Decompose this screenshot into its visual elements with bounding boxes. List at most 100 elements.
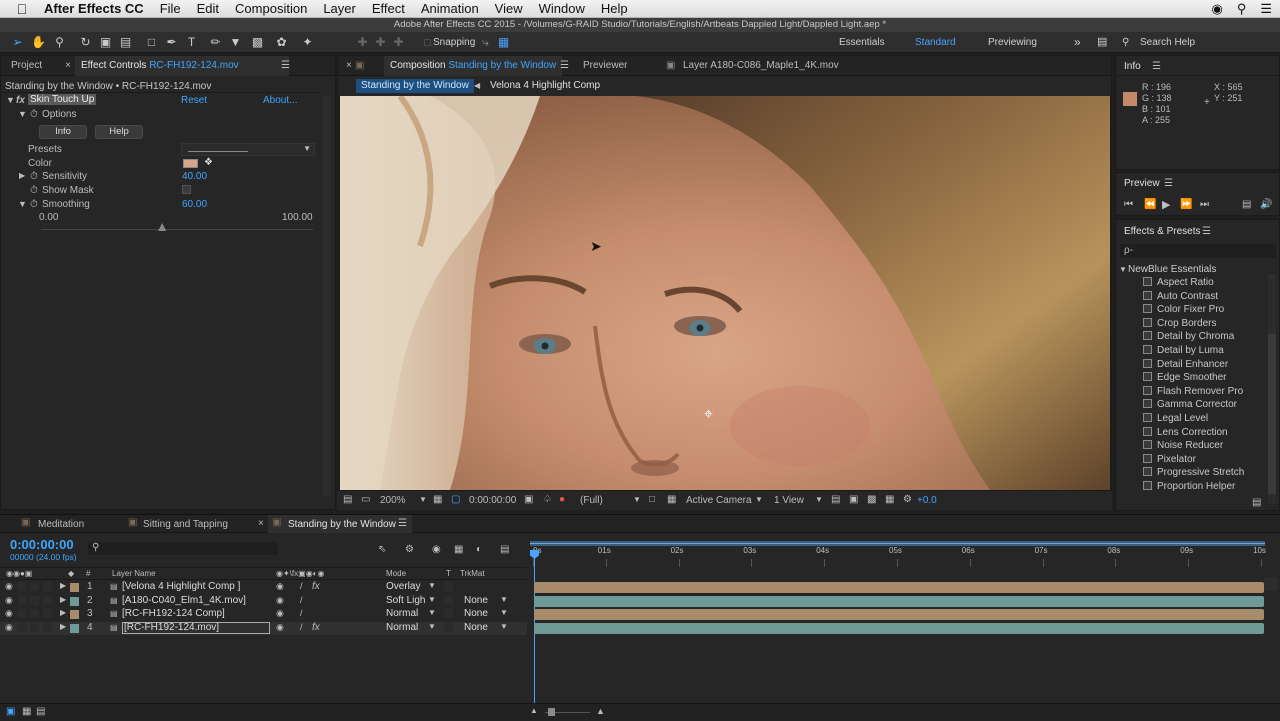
effect-item[interactable]: Flash Remover Pro [1143, 385, 1243, 397]
layer-label-color[interactable] [70, 624, 79, 634]
layer-shy-icon[interactable]: ◉ [276, 622, 284, 633]
tab-layer[interactable]: Layer A180-C086_Maple1_4K.mov [677, 56, 845, 76]
magnification-dropdown[interactable]: 200% [380, 495, 406, 506]
workspace-previewing[interactable]: Previewing [988, 32, 1037, 53]
spotlight-search-icon[interactable]: ⚲ [1237, 1, 1247, 17]
toggle-switches-icon[interactable]: ▣ [6, 706, 15, 717]
preserve-transparency-toggle[interactable] [444, 595, 453, 605]
selection-tool-icon[interactable]: ➢ [10, 35, 25, 50]
help-button[interactable]: Help [95, 125, 143, 139]
effect-item[interactable]: Legal Level [1143, 413, 1208, 424]
options-expand-icon[interactable]: ▼ [18, 109, 27, 119]
loop-icon[interactable]: ▤ [1242, 199, 1251, 210]
sensitivity-stopwatch-icon[interactable]: ⏱ [30, 171, 38, 182]
effect-item[interactable]: Edge Smoother [1143, 372, 1227, 383]
info-panel-menu-icon[interactable]: ☰ [1152, 61, 1161, 72]
effect-reset-link[interactable]: Reset [181, 95, 207, 106]
show-mask-stopwatch-icon[interactable]: ⏱ [30, 185, 38, 196]
zoom-in-icon[interactable]: ▲ [596, 706, 605, 716]
tab-meditation[interactable]: Meditation [38, 519, 84, 530]
first-frame-icon[interactable]: ⏮ [1124, 199, 1133, 210]
current-time-display[interactable]: 0:00:00:00 [469, 495, 516, 506]
layer-trkmat-dropdown[interactable]: None [464, 622, 488, 633]
menu-edit[interactable]: Edit [197, 1, 219, 16]
layer-mode-dropdown[interactable]: Normal [386, 608, 418, 619]
layer-name[interactable]: [Velona 4 Highlight Comp ] [122, 581, 240, 592]
region-of-interest-icon[interactable]: □ [649, 494, 655, 505]
effects-category[interactable]: NewBlue Essentials [1128, 264, 1216, 275]
transparency-grid-icon[interactable]: ▦ [667, 494, 676, 505]
menu-window[interactable]: Window [539, 1, 585, 16]
show-snapshot-icon[interactable]: ♤ [543, 494, 552, 505]
menu-view[interactable]: View [495, 1, 523, 16]
snap-feather-icon[interactable]: ⤷ [478, 35, 493, 50]
layer-solo-toggle[interactable] [30, 582, 39, 591]
pen-tool-icon[interactable]: ✒ [164, 35, 179, 50]
exposure-value[interactable]: +0.0 [917, 495, 937, 506]
layer-solo-toggle[interactable] [30, 609, 39, 619]
toggle-modes-icon[interactable]: ▦ [22, 706, 31, 717]
timeline-zoom-thumb[interactable] [548, 708, 555, 716]
timeline-scrollbar[interactable] [1264, 577, 1278, 591]
type-tool-icon[interactable]: T [184, 35, 199, 50]
layer-mode-dropdown[interactable]: Normal [386, 622, 418, 633]
layer-name[interactable]: [RC-FH192-124 Comp] [122, 608, 225, 619]
effect-item[interactable]: Noise Reducer [1143, 440, 1223, 451]
fx-icon[interactable]: fx [16, 95, 25, 106]
menu-layer[interactable]: Layer [323, 1, 356, 16]
menu-file[interactable]: File [160, 1, 181, 16]
effect-item[interactable]: Proportion Helper [1143, 481, 1235, 492]
draft-3d-icon[interactable]: ⚙ [405, 544, 414, 555]
effect-item[interactable]: Aspect Ratio [1143, 277, 1214, 288]
breadcrumb-active-comp[interactable]: Standing by the Window [356, 79, 474, 93]
fast-previews-icon[interactable]: ▣ [849, 494, 858, 505]
puppet-pin-tool-icon[interactable]: ✦ [300, 35, 315, 50]
smoothing-stopwatch-icon[interactable]: ⏱ [30, 199, 38, 210]
layer-quality-icon[interactable]: / [300, 595, 303, 605]
layer-label-color[interactable] [70, 610, 79, 620]
layer-lock-toggle[interactable] [43, 595, 52, 605]
layer-solo-toggle[interactable] [30, 623, 39, 633]
layer-visibility-icon[interactable]: ◉ [5, 595, 13, 606]
layer-duration-bar[interactable] [534, 582, 1264, 593]
sensitivity-expand-icon[interactable]: ▶ [19, 171, 25, 180]
timeline-current-time[interactable]: 0:00:00:00 [10, 537, 74, 552]
timeline-search-input[interactable]: ⚲ [88, 542, 278, 555]
snap-grid-icon[interactable]: ▦ [496, 35, 511, 50]
smoothing-slider-thumb[interactable] [158, 223, 167, 231]
layer-audio-toggle[interactable] [18, 582, 27, 591]
effect-item[interactable]: Detail by Chroma [1143, 331, 1234, 342]
tab-standing-by-the-window[interactable]: ▣ Standing by the Window ☰ [268, 515, 412, 533]
roto-brush-tool-icon[interactable]: ✿ [274, 35, 289, 50]
layer-fx-icon[interactable]: fx [312, 622, 320, 633]
tab-sitting-and-tapping[interactable]: Sitting and Tapping [143, 519, 228, 530]
anchor-point-icon[interactable]: ⌖ [704, 406, 713, 424]
smoothing-value[interactable]: 60.00 [182, 199, 207, 210]
search-help-icon[interactable]: ⚲ [1122, 32, 1129, 53]
channel-icon[interactable]: ● [559, 494, 565, 505]
effect-item[interactable]: Color Fixer Pro [1143, 304, 1224, 315]
layer-lock-toggle[interactable] [43, 609, 52, 619]
layer-duration-bar[interactable] [534, 609, 1264, 621]
app-name-menu[interactable]: After Effects CC [44, 1, 144, 16]
layer-solo-toggle[interactable] [30, 595, 39, 605]
tab-composition[interactable]: Composition Standing by the Window [384, 56, 563, 76]
layer-visibility-icon[interactable]: ◉ [5, 622, 13, 633]
effect-item[interactable]: Lens Correction [1143, 426, 1228, 438]
effect-name[interactable]: Skin Touch Up [28, 94, 97, 105]
panel-menu-icon[interactable]: ☰ [275, 56, 296, 76]
tab-project[interactable]: Project [5, 56, 48, 76]
always-preview-icon[interactable]: ▤ [343, 494, 352, 505]
mask-visibility-icon[interactable]: ▢ [451, 494, 460, 505]
layer-trkmat-dropdown[interactable]: None [464, 595, 488, 606]
layer-lock-toggle[interactable] [43, 582, 52, 591]
preserve-transparency-toggle[interactable] [444, 609, 453, 619]
motion-blur-icon[interactable]: ◐ [476, 544, 482, 555]
layer-expand-icon[interactable]: ▶ [60, 581, 66, 590]
layer-label-color[interactable] [70, 596, 79, 606]
smoothing-expand-icon[interactable]: ▼ [18, 199, 27, 209]
creative-cloud-icon[interactable]: ◉ [1211, 1, 1222, 17]
menu-animation[interactable]: Animation [421, 1, 479, 16]
workspace-essentials[interactable]: Essentials [839, 32, 885, 53]
layer-audio-toggle[interactable] [18, 623, 27, 633]
